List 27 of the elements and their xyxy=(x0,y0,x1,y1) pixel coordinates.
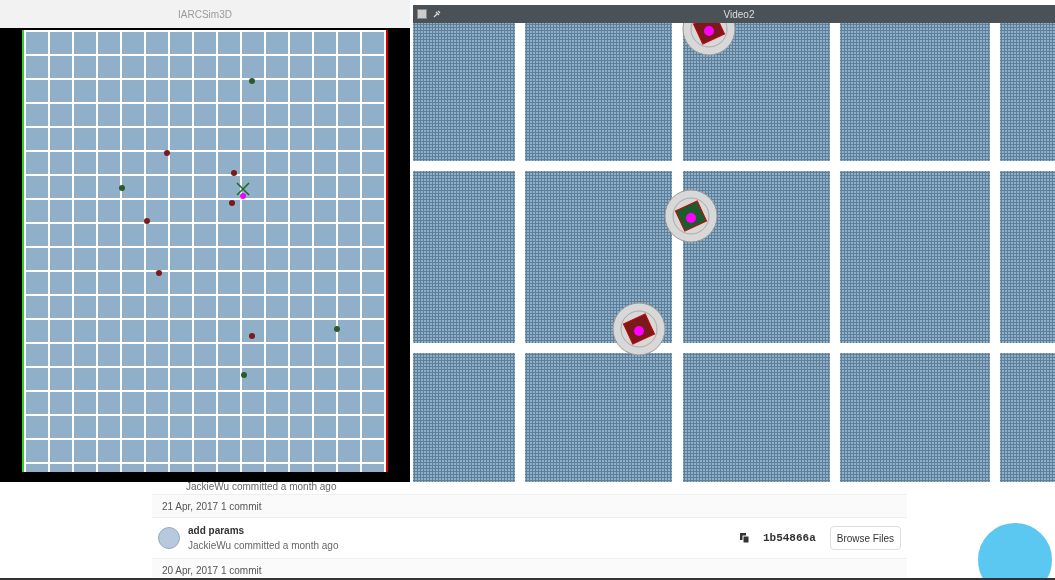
commit-author: JackieWu committed a month ago xyxy=(186,482,337,492)
pin-icon xyxy=(433,10,441,18)
commit-title[interactable]: add params xyxy=(188,523,732,538)
robot-drawing xyxy=(663,188,719,244)
robot-marker-icon xyxy=(144,218,150,224)
target-cross-icon xyxy=(236,182,250,196)
robot-marker-icon xyxy=(119,185,125,191)
robot-marker-icon xyxy=(249,333,255,339)
avatar xyxy=(158,527,180,549)
robot-marker-icon xyxy=(334,326,340,332)
window-title: IARCSim3D xyxy=(178,7,232,22)
robot-marker-icon xyxy=(249,78,255,84)
robot-marker-icon xyxy=(156,270,162,276)
commit-sha[interactable]: 1b54866a xyxy=(762,529,816,547)
window-title: Video2 xyxy=(722,7,756,22)
copy-icon[interactable] xyxy=(739,533,749,543)
browse-files-button[interactable]: Browse Files xyxy=(829,526,901,550)
robot-marker-icon xyxy=(241,372,247,378)
day-header: 20 Apr, 2017 1 commit xyxy=(152,558,907,580)
day-header: 21 Apr, 2017 1 commit xyxy=(152,494,907,518)
robot-drawing xyxy=(611,301,667,357)
drone-marker-icon xyxy=(240,193,246,199)
robot-marker-icon xyxy=(164,150,170,156)
robot-marker-icon xyxy=(231,170,237,176)
robot-marker-icon xyxy=(229,200,235,206)
app-icon xyxy=(417,9,427,19)
commit-author: JackieWu committed a month ago xyxy=(188,539,340,553)
